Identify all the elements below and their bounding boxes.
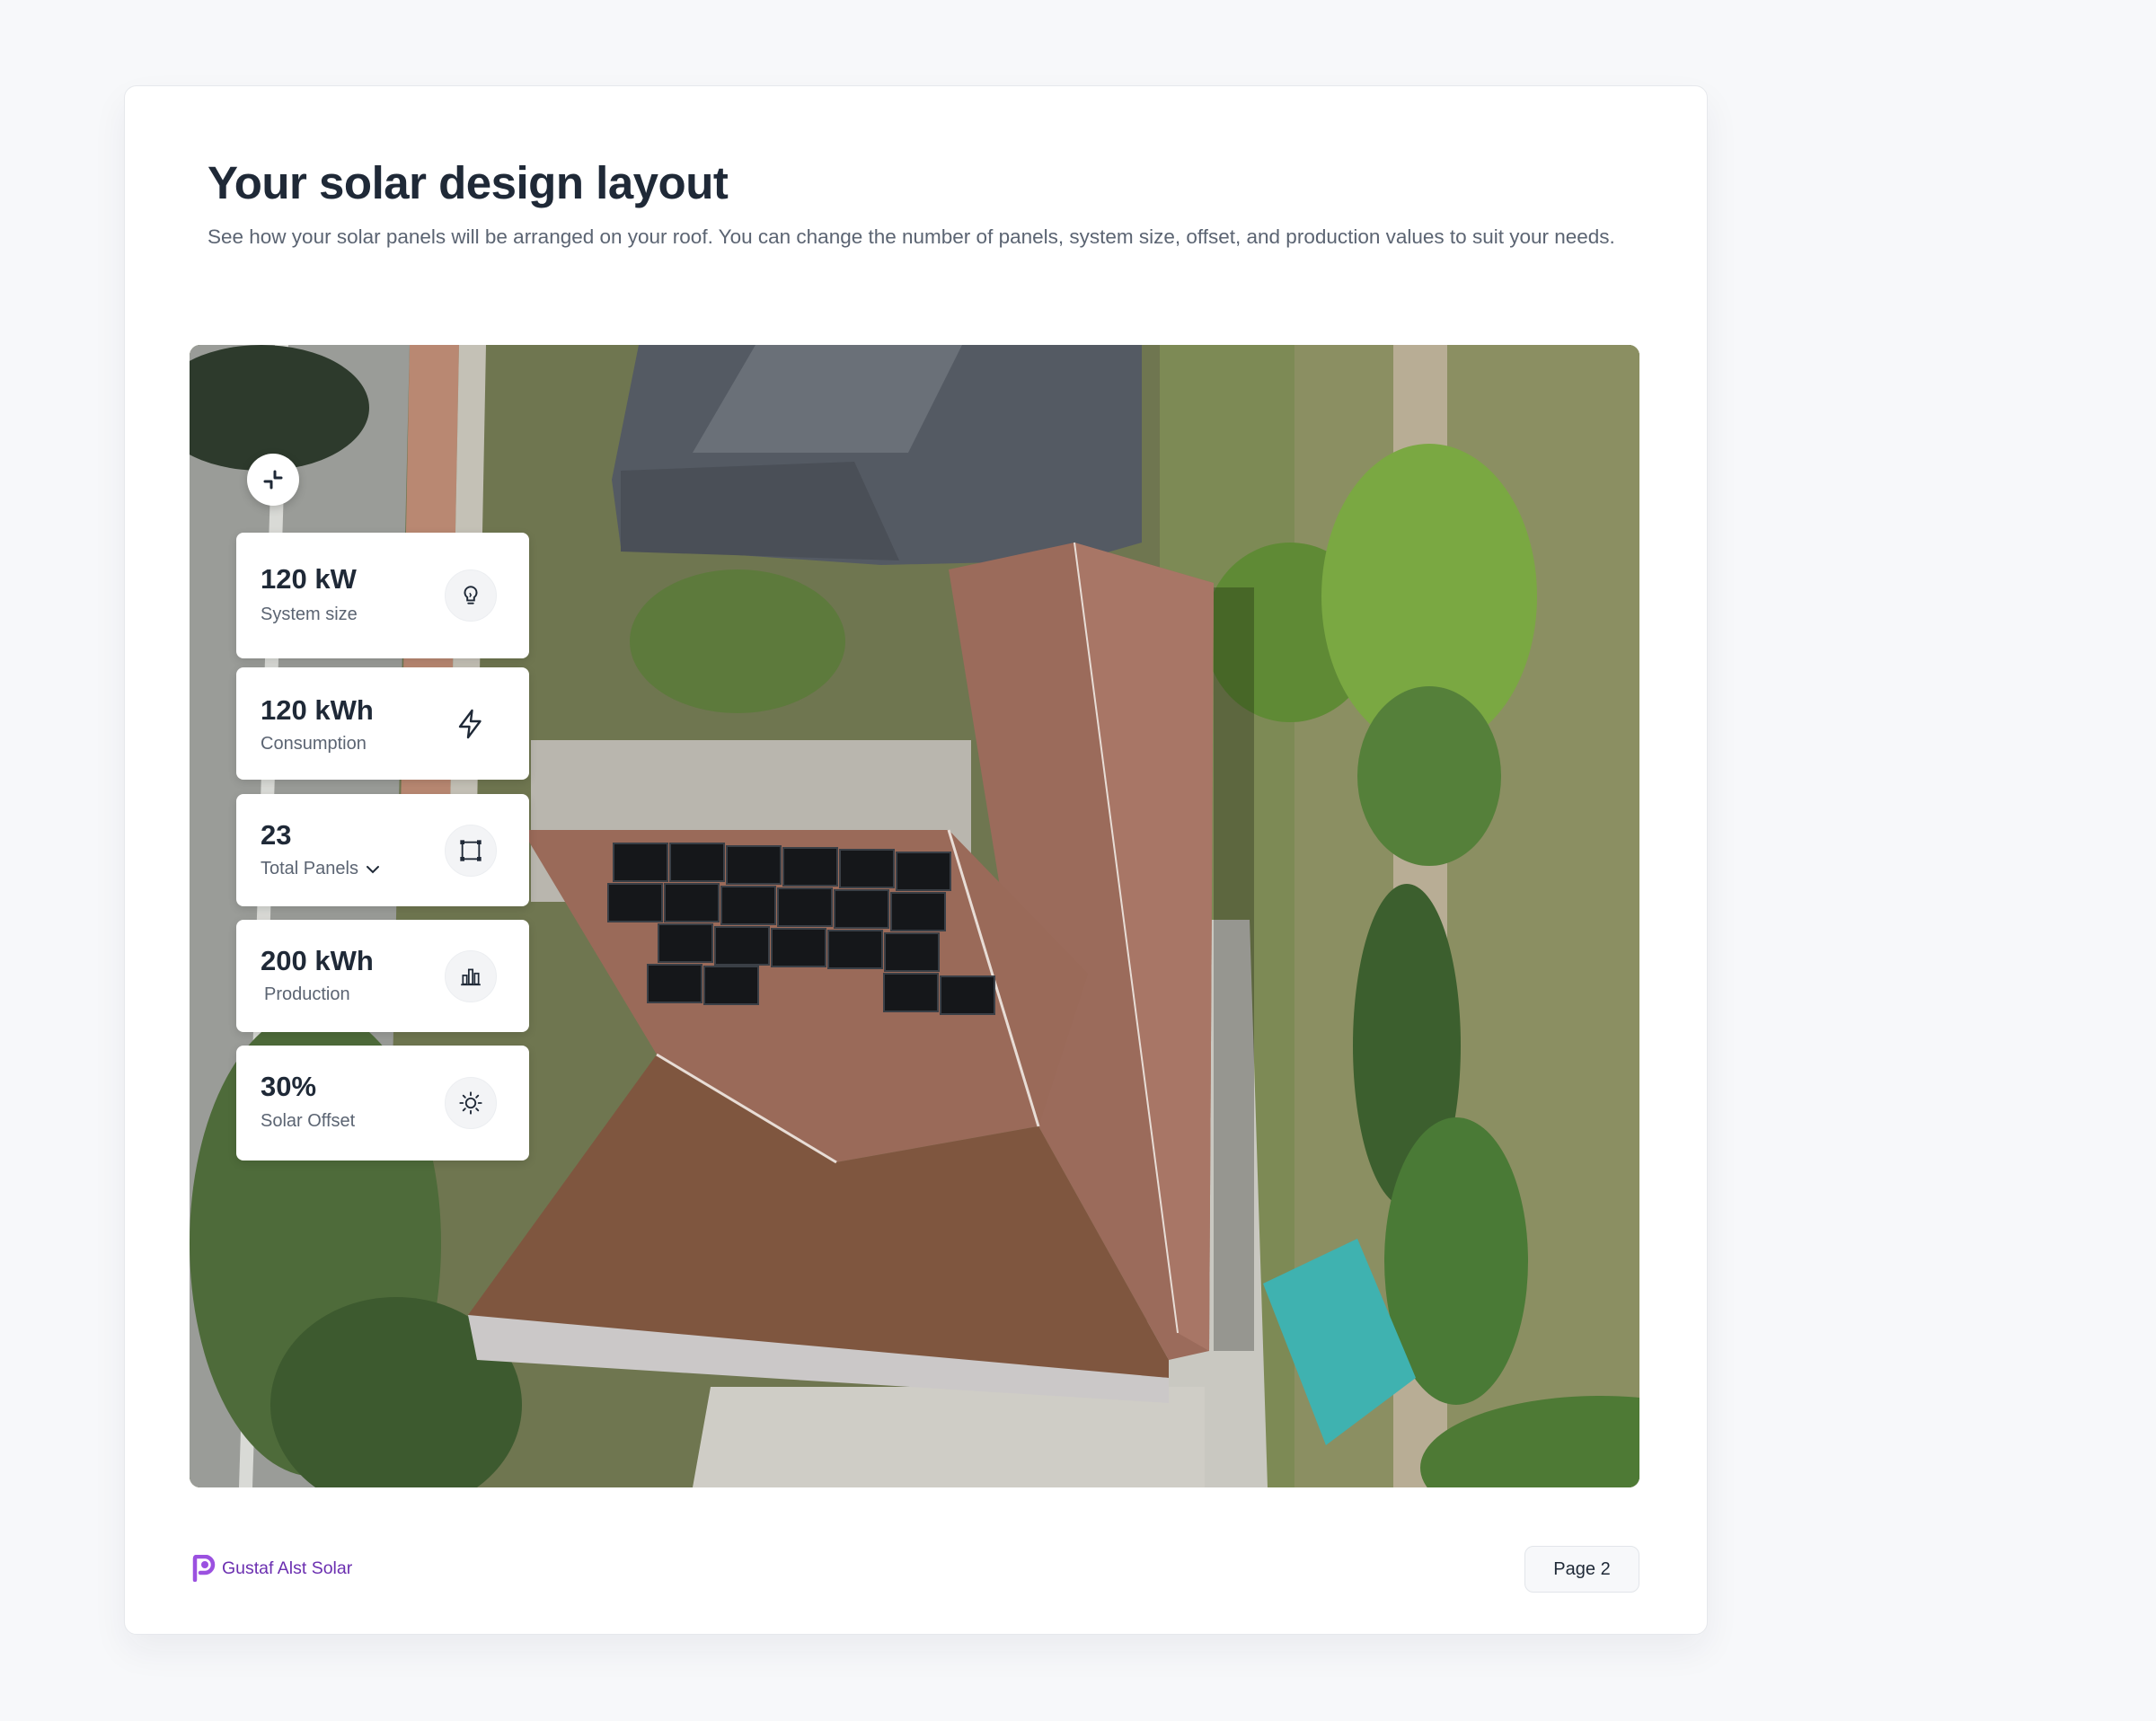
roof-satellite-map[interactable]: 120 kW System size 120 kWh Consumption 2… <box>190 345 1639 1487</box>
stat-label: Solar Offset <box>261 1111 356 1131</box>
page-title: Your solar design layout <box>208 157 729 208</box>
collapse-map-button[interactable] <box>247 454 299 506</box>
stat-value: 30% <box>261 1071 317 1102</box>
stat-system-size: 120 kW System size <box>236 533 529 658</box>
chevron-down-icon <box>366 865 379 873</box>
stat-label: Production <box>264 984 350 1004</box>
satellite-image <box>190 345 1639 1487</box>
panel-frame-icon <box>445 824 497 877</box>
stat-consumption: 120 kWh Consumption <box>236 667 529 780</box>
stat-label: Consumption <box>261 734 367 754</box>
brand: Gustaf Alst Solar <box>191 1555 352 1582</box>
stat-value: 120 kW <box>261 563 357 595</box>
lightning-bolt-icon <box>445 698 497 750</box>
page-subtitle: See how your solar panels will be arrang… <box>208 225 1615 248</box>
page-number-badge: Page 2 <box>1524 1546 1639 1593</box>
stat-total-panels[interactable]: 23 Total Panels <box>236 794 529 906</box>
stat-value: 200 kWh <box>261 945 374 976</box>
stat-production: 200 kWh Production <box>236 920 529 1032</box>
bar-chart-icon <box>445 949 497 1002</box>
brand-logo-icon <box>192 1555 216 1582</box>
solar-design-card: Your solar design layout See how your so… <box>124 85 1708 1635</box>
total-panels-dropdown[interactable]: Total Panels <box>261 859 380 879</box>
lightbulb-icon <box>445 569 497 622</box>
sun-icon <box>445 1077 497 1129</box>
brand-name: Gustaf Alst Solar <box>222 1558 353 1578</box>
stat-label: System size <box>261 605 358 624</box>
stat-solar-offset: 30% Solar Offset <box>236 1046 529 1161</box>
stat-value: 23 <box>261 819 292 851</box>
collapse-arrows-icon <box>263 470 283 490</box>
stat-value: 120 kWh <box>261 694 374 726</box>
